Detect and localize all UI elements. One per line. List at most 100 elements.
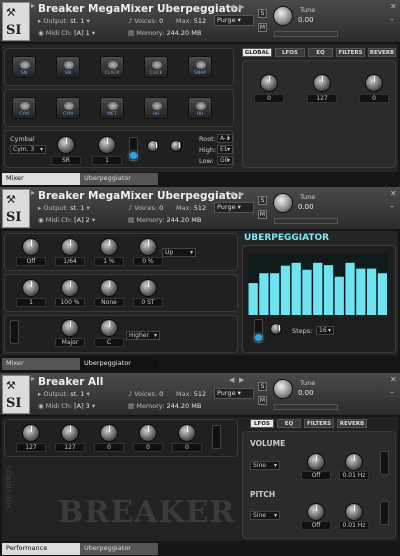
arp-direction-select[interactable]: Up	[162, 248, 196, 257]
pitch-shape-select[interactable]: Sine	[250, 511, 280, 520]
solo-button[interactable]: S	[258, 196, 267, 205]
midi-channel-field[interactable]: ◉ Midi Ch: [A] 1 ▾	[38, 29, 95, 37]
bottom-tab-uberpeggiator[interactable]: Uberpeggiator	[80, 173, 158, 185]
cymbal-select[interactable]: Cym. 3	[10, 145, 46, 154]
volume-amount-knob[interactable]	[307, 453, 325, 471]
solo-button[interactable]: S	[258, 382, 267, 391]
minimize-icon[interactable]: –	[390, 203, 397, 211]
tab-filters[interactable]: FILTERS	[336, 48, 365, 57]
instrument-logo[interactable]: ⚒ SI	[2, 2, 30, 41]
step-bar-10[interactable]	[345, 262, 355, 315]
sequencer-knob[interactable]	[270, 323, 282, 335]
tab-global[interactable]: GLOBAL	[242, 48, 272, 57]
instrument-logo[interactable]: ⚒ SI	[2, 375, 30, 414]
row2-pad-2[interactable]: CYM	[56, 97, 80, 119]
pitch-lfo-switch[interactable]	[380, 501, 389, 525]
step-bar-1[interactable]	[248, 283, 258, 315]
steps-select[interactable]: 16	[316, 326, 334, 335]
high-select[interactable]: E1	[217, 145, 233, 154]
cymbal-switch[interactable]	[129, 137, 138, 161]
midi-channel-field[interactable]: ◉ Midi Ch: [A] 2 ▾	[38, 216, 95, 224]
arp-mode-knob[interactable]	[22, 238, 40, 256]
pin-icon[interactable]: ▸	[31, 189, 37, 197]
tab-filters[interactable]: FILTERS	[304, 419, 334, 428]
bottom-tab-uberpeggiator[interactable]: Uberpeggiator	[80, 543, 158, 555]
close-icon[interactable]: ✕	[390, 376, 397, 384]
output-field[interactable]: ▸ Output: st. 1 ▾	[38, 390, 90, 398]
tab-eq[interactable]: EQ	[277, 419, 301, 428]
low-select[interactable]: G0	[217, 156, 233, 165]
minimize-icon[interactable]: –	[390, 389, 397, 397]
arp-swing-knob[interactable]	[100, 238, 118, 256]
perf-knob-2[interactable]	[61, 424, 79, 442]
prev-instrument-icon[interactable]: ◀	[229, 376, 234, 384]
mute-button[interactable]: M	[258, 210, 267, 219]
solo-button[interactable]: S	[258, 9, 267, 18]
fine-knob-2[interactable]	[170, 140, 182, 152]
row2-pad-4[interactable]: HH	[144, 97, 168, 119]
tune-knob[interactable]	[273, 6, 293, 26]
tab-reverb[interactable]: REVERB	[337, 419, 367, 428]
arp-key-knob[interactable]	[100, 319, 118, 337]
cymbal-knob-2[interactable]	[98, 136, 116, 154]
arp-scale-knob[interactable]	[61, 319, 79, 337]
row1-pad-2[interactable]: SN	[56, 56, 80, 78]
mute-button[interactable]: M	[258, 23, 267, 32]
volume-meter[interactable]	[274, 218, 338, 224]
purge-button[interactable]: Purge ▾	[214, 202, 254, 213]
midi-channel-field[interactable]: ◉ Midi Ch: [A] 3 ▾	[38, 402, 95, 410]
next-instrument-icon[interactable]: ▶	[239, 190, 244, 198]
cymbal-knob-1[interactable]	[57, 136, 75, 154]
volume-rate-knob[interactable]	[345, 453, 363, 471]
arp-hold-knob[interactable]	[100, 279, 118, 297]
global-knob-2[interactable]	[313, 74, 331, 92]
step-bar-8[interactable]	[323, 265, 334, 315]
output-field[interactable]: ▸ Output: st. 1 ▾	[38, 17, 90, 25]
bottom-tab-performance[interactable]: Performance	[2, 543, 80, 555]
tab-lfos[interactable]: LFOS	[275, 48, 305, 57]
row1-pad-1[interactable]: SN	[12, 56, 36, 78]
purge-button[interactable]: Purge ▾	[214, 388, 254, 399]
step-bar-2[interactable]	[259, 273, 269, 315]
step-bar-13[interactable]	[377, 273, 387, 315]
step-bar-4[interactable]	[280, 265, 291, 315]
arp-rate-knob[interactable]	[61, 238, 79, 256]
arp-transpose-knob[interactable]	[139, 279, 157, 297]
pitch-amount-knob[interactable]	[307, 503, 325, 521]
arp-enable-switch[interactable]	[10, 320, 19, 344]
root-select[interactable]: A-1	[217, 134, 233, 143]
perf-knob-1[interactable]	[22, 424, 40, 442]
arp-octave-select[interactable]: Higher	[126, 331, 160, 340]
row1-pad-4[interactable]: CLICK	[144, 56, 168, 78]
volume-lfo-switch[interactable]	[380, 451, 389, 475]
tab-reverb[interactable]: REVERB	[368, 48, 396, 57]
bottom-tab-mixer[interactable]: Mixer	[2, 173, 80, 185]
row1-pad-5[interactable]: SNAP	[188, 56, 212, 78]
perf-knob-3[interactable]	[100, 424, 118, 442]
step-bar-6[interactable]	[302, 269, 312, 315]
global-knob-1[interactable]	[260, 74, 278, 92]
sequencer-switch[interactable]	[254, 319, 263, 343]
step-bar-3[interactable]	[270, 273, 280, 315]
prev-instrument-icon[interactable]: ◀	[229, 190, 234, 198]
step-bar-12[interactable]	[366, 268, 377, 315]
global-knob-3[interactable]	[365, 74, 383, 92]
row2-pad-1[interactable]: CYM	[12, 97, 36, 119]
purge-button[interactable]: Purge ▾	[214, 15, 254, 26]
mute-button[interactable]: M	[258, 396, 267, 405]
fine-knob-1[interactable]	[147, 140, 159, 152]
volume-meter[interactable]	[274, 31, 338, 37]
max-field[interactable]: Max: 512	[176, 17, 206, 25]
row2-pad-5[interactable]: HH	[188, 97, 212, 119]
bottom-tab-uberpeggiator[interactable]: Uberpeggiator	[80, 358, 158, 370]
tab-lfos[interactable]: LFOS	[250, 419, 274, 428]
next-instrument-icon[interactable]: ▶	[239, 3, 244, 11]
row2-pad-3[interactable]: MET	[100, 97, 124, 119]
bottom-tab-mixer[interactable]: Mixer	[2, 358, 80, 370]
step-bar-11[interactable]	[356, 268, 366, 315]
tune-knob[interactable]	[273, 379, 293, 399]
close-icon[interactable]: ✕	[390, 3, 397, 11]
step-bar-5[interactable]	[291, 262, 301, 315]
pitch-rate-knob[interactable]	[345, 503, 363, 521]
next-instrument-icon[interactable]: ▶	[239, 376, 244, 384]
